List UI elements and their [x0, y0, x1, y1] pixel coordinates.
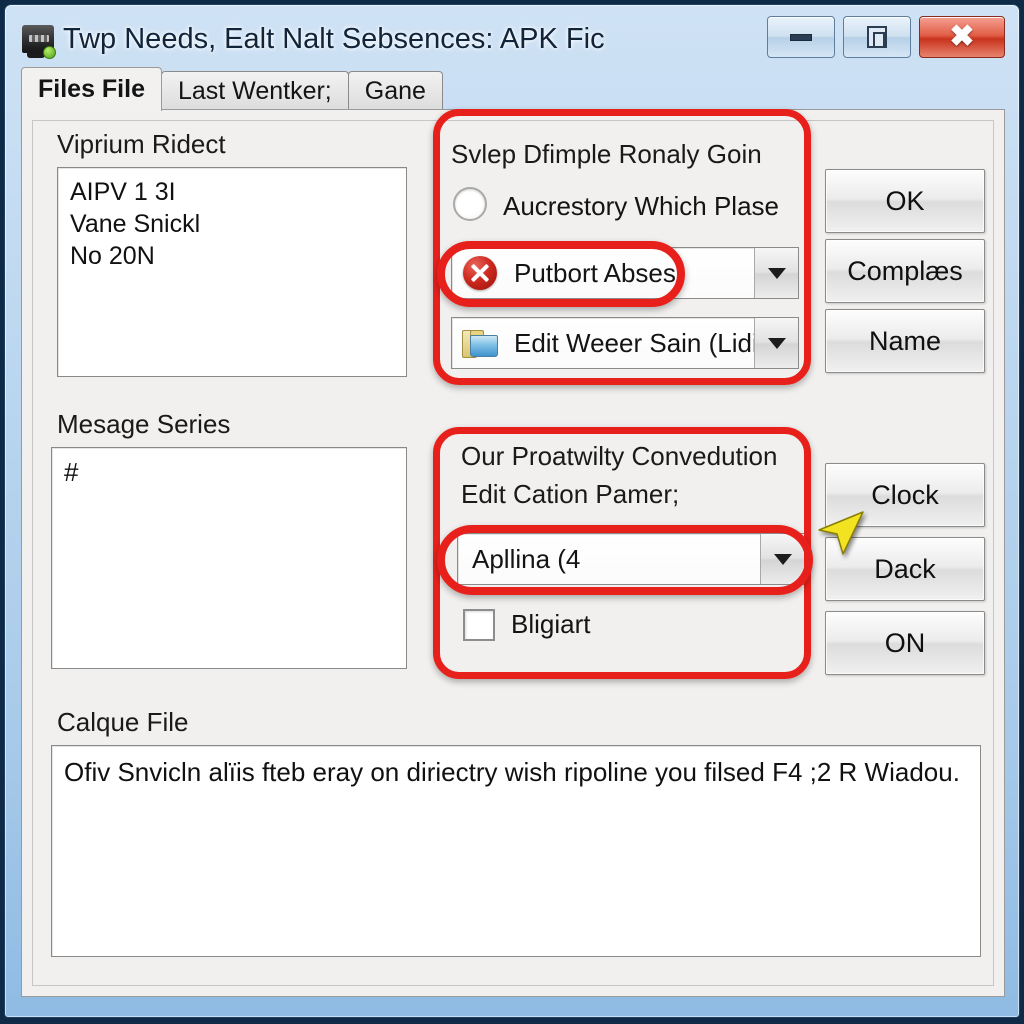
aucrestory-radio-label: Aucrestory Which Plase: [503, 191, 779, 221]
apllina-combo-value: Apllina (4: [472, 543, 581, 574]
title-bar[interactable]: Twp Needs, Ealt Nalt Sebsences: APK Fic …: [5, 5, 1019, 71]
convention-line1: Our Proatwilty Convedution: [461, 441, 778, 471]
maximize-button[interactable]: [843, 16, 911, 58]
putbort-abses-combo-arrow[interactable]: [754, 248, 798, 298]
bligiart-checkbox[interactable]: [463, 609, 495, 641]
options-group-heading: Svlep Dfimple Ronaly Goin: [451, 139, 762, 169]
putbort-abses-combo-value: Putbort Abses: [514, 257, 676, 288]
tab-files-file[interactable]: Files File: [21, 67, 162, 111]
apllina-combo[interactable]: Apllina (4: [457, 533, 805, 585]
tab-label: Last Wentker;: [177, 77, 332, 105]
list-item[interactable]: Vane Snickl: [58, 208, 406, 240]
viprium-ridect-list[interactable]: AIPV 1 3I Vane Snickl No 20N: [57, 167, 407, 377]
on-button-label: ON: [884, 627, 926, 658]
edit-weeer-sain-combo-arrow[interactable]: [754, 318, 798, 368]
minimize-icon: [790, 33, 812, 41]
viprium-ridect-label: Viprium Ridect: [57, 129, 226, 159]
mesage-series-label: Mesage Series: [57, 409, 231, 439]
close-button[interactable]: ✖: [919, 16, 1005, 58]
calque-file-textarea[interactable]: Ofiv Snvicln alïis fteb eray on diriectr…: [51, 745, 981, 957]
tab-gane[interactable]: Gane: [347, 71, 443, 111]
dialog-window: Twp Needs, Ealt Nalt Sebsences: APK Fic …: [4, 4, 1020, 1018]
complaes-button-label: Complæs: [847, 255, 963, 286]
on-button[interactable]: ON: [825, 611, 985, 675]
maximize-icon: [867, 26, 887, 48]
mouse-cursor: [818, 511, 864, 555]
close-icon: ✖: [949, 20, 975, 53]
calque-file-label: Calque File: [57, 707, 189, 737]
name-button[interactable]: Name: [825, 309, 985, 373]
folder-icon: [460, 328, 500, 358]
chevron-down-icon: [767, 267, 786, 279]
mesage-series-content: #: [64, 457, 79, 487]
minimize-button[interactable]: [767, 16, 835, 58]
edit-weeer-sain-combo[interactable]: Edit Weeer Sain (Lidir?: [451, 317, 799, 369]
list-item[interactable]: AIPV 1 3I: [58, 176, 406, 208]
apllina-combo-arrow[interactable]: [760, 534, 804, 584]
bligiart-checkbox-label: Bligiart: [511, 609, 591, 639]
app-icon: [19, 19, 59, 59]
x-circle-icon: [460, 256, 500, 290]
tab-label: Gane: [364, 77, 426, 105]
mesage-series-textarea[interactable]: #: [51, 447, 407, 669]
list-item[interactable]: No 20N: [58, 240, 406, 272]
window-controls: ✖: [767, 16, 1005, 58]
convention-line2: Edit Cation Pamer;: [461, 479, 680, 509]
chevron-down-icon: [767, 337, 786, 349]
app-icon-glint: [29, 35, 49, 42]
edit-weeer-sain-combo-value: Edit Weeer Sain (Lidir?: [514, 327, 754, 358]
complaes-button[interactable]: Complæs: [825, 239, 985, 303]
clock-button-label: Clock: [871, 479, 939, 510]
tab-strip: Files File Last Wentker; Gane: [21, 67, 443, 111]
app-icon-badge: [43, 46, 56, 59]
window-title: Twp Needs, Ealt Nalt Sebsences: APK Fic: [63, 23, 605, 55]
chevron-down-icon: [773, 553, 792, 565]
tab-label: Files File: [38, 75, 145, 103]
calque-file-text: Ofiv Snvicln alïis fteb eray on diriectr…: [64, 757, 960, 787]
name-button-label: Name: [868, 325, 942, 356]
ok-button-label: OK: [885, 185, 925, 216]
putbort-abses-combo[interactable]: Putbort Abses: [451, 247, 799, 299]
tab-last-wentker[interactable]: Last Wentker;: [160, 71, 349, 111]
aucrestory-radio[interactable]: [453, 187, 487, 221]
dack-button-label: Dack: [874, 553, 936, 584]
ok-button[interactable]: OK: [825, 169, 985, 233]
